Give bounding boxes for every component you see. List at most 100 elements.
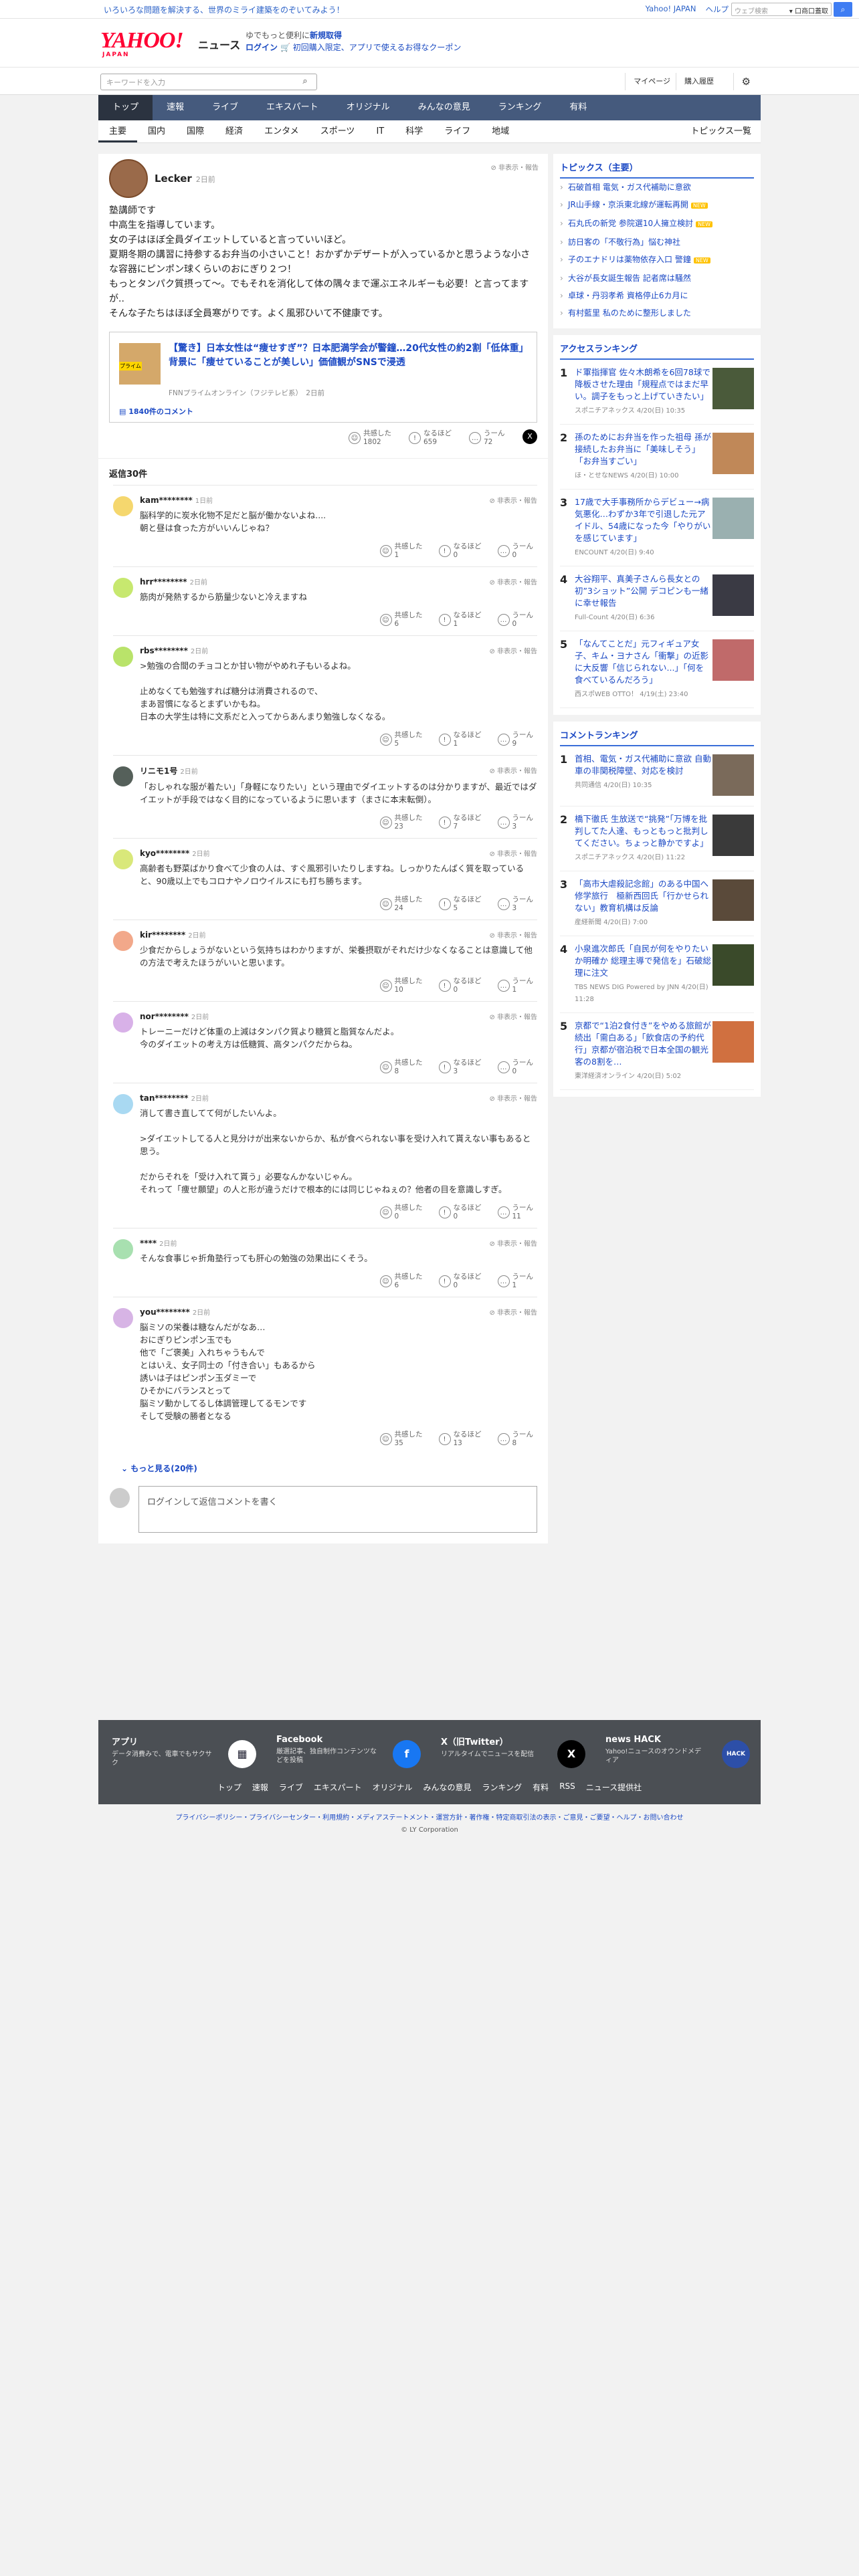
article-comment-count[interactable]: ▤ 1840件のコメント (119, 406, 193, 417)
empathize-button[interactable]: ☺ 共感した 6 (379, 611, 423, 629)
hmm-button[interactable]: … うーん 9 (497, 731, 533, 748)
topic-link[interactable]: 石丸氏の新党 参院選10人擁立検討NEW (560, 215, 754, 233)
yahoo-logo[interactable]: YAHOO! (100, 28, 184, 53)
ranking-thumbnail[interactable] (712, 879, 754, 921)
i-see-button[interactable]: ! なるほど 0 (438, 1204, 482, 1221)
topic-link[interactable]: JR山手線・京浜東北線が運転再開NEW (560, 196, 754, 215)
cat-sports[interactable]: スポーツ (310, 120, 366, 142)
facebook-icon[interactable]: f (393, 1740, 421, 1768)
avatar[interactable] (113, 766, 133, 786)
empathize-button[interactable]: ☺ 共感した 23 (379, 814, 423, 831)
i-see-button[interactable]: ! なるほど 1 (438, 611, 482, 629)
footer-link[interactable]: ランキング (482, 1782, 522, 1793)
ranking-item[interactable]: 5 京都で“1泊2食付き”をやめる旅館が続出「需白ある」「飲食店の予約代行」京都が… (560, 1013, 754, 1090)
i-see-button[interactable]: ! なるほど 0 (438, 977, 482, 994)
tab-opinions[interactable]: みんなの意見 (404, 95, 484, 120)
empathize-button[interactable]: ☺ 共感した 1802 (349, 429, 391, 447)
avatar[interactable] (113, 849, 133, 869)
tab-top[interactable]: トップ (98, 95, 153, 120)
report-button[interactable]: ⊘ 非表示・報告 (489, 848, 537, 858)
empathize-button[interactable]: ☺ 共感した 35 (379, 1430, 423, 1448)
tab-expert[interactable]: エキスパート (252, 95, 332, 120)
reply-username[interactable]: kam******** (140, 496, 193, 505)
ranking-thumbnail[interactable] (712, 498, 754, 539)
promo-link[interactable]: いろいろな問題を解決する、世界のミライ建築をのぞいてみよう！ (104, 4, 345, 15)
empathize-button[interactable]: ☺ 共感した 6 (379, 1273, 423, 1290)
topic-link[interactable]: 卓球・丹羽孝希 資格停止6カ月に (560, 287, 754, 304)
ranking-title[interactable]: 孫のためにお弁当を作った祖母 孫が接続したお弁当に「美味しそう」「お弁当すごい」 (575, 431, 711, 467)
report-button[interactable]: ⊘ 非表示・報告 (489, 1307, 537, 1317)
legal-links[interactable]: プライバシーポリシー・プライバシーセンター・利用規約・メディアステートメント・運… (0, 1812, 859, 1824)
help-link[interactable]: ヘルプ (706, 4, 729, 15)
avatar[interactable] (113, 1012, 133, 1033)
newshack-icon[interactable]: HACK (722, 1740, 750, 1768)
report-button[interactable]: ⊘ 非表示・報告 (489, 495, 537, 505)
reply-username[interactable]: nor******** (140, 1012, 189, 1021)
reply-username[interactable]: kyo******** (140, 849, 189, 858)
i-see-button[interactable]: ! なるほど 0 (438, 542, 482, 560)
report-button[interactable]: ⊘ 非表示・報告 (489, 645, 537, 655)
cat-it[interactable]: IT (365, 120, 395, 142)
ranking-item[interactable]: 4 小泉進次郎氏「自民が何をやりたいか明確か 総理主導で発信を」石破総理に注文 TB… (560, 936, 754, 1013)
ranking-thumbnail[interactable] (712, 815, 754, 856)
report-button[interactable]: ⊘ 非表示・報告 (489, 1011, 537, 1021)
topic-link[interactable]: 石破首相 電気・ガス代補助に意欲 (560, 179, 754, 196)
tab-live[interactable]: ライブ (198, 95, 252, 120)
coupon-link[interactable]: 🛒 初回購入限定、アプリで使えるお得なクーポン (280, 43, 461, 52)
topic-link[interactable]: 子のエナドリは薬物依存入口 警鐘NEW (560, 251, 754, 270)
empathize-button[interactable]: ☺ 共感した 1 (379, 542, 423, 560)
topic-link[interactable]: 訪日客の「不敬行為」悩む神社 (560, 233, 754, 251)
ranking-item[interactable]: 3 17歳で大手事務所からデビュー→病気悪化…わずか3年で引退した元アイドル、54… (560, 490, 754, 566)
cat-entertainment[interactable]: エンタメ (254, 120, 310, 142)
ranking-title[interactable]: 「高市大虐殺記念館」のある中国へ修学旅行 極新西回氏「行かせられない」教育机構は… (575, 878, 711, 914)
x-share-icon[interactable]: X (522, 429, 537, 444)
ranking-item[interactable]: 2 橋下徹氏 生放送で“挑発”「万博を批判してた人達、もっともっと批判してください… (560, 807, 754, 871)
report-button[interactable]: ⊘ 非表示・報告 (489, 1093, 537, 1103)
cat-life[interactable]: ライフ (434, 120, 481, 142)
ranking-item[interactable]: 3 「高市大虐殺記念館」のある中国へ修学旅行 極新西回氏「行かせられない」教育机構… (560, 871, 754, 936)
hmm-button[interactable]: … うーん 1 (497, 1273, 533, 1290)
purchase-history-link[interactable]: 購入履歴 (676, 73, 722, 90)
ranking-item[interactable]: 4 大谷翔平、真美子さんら長女との初”3ショット”公開 デコピンも一緒に幸せ報告 F… (560, 566, 754, 631)
login-link[interactable]: ログイン (246, 43, 278, 52)
reply-username[interactable]: **** (140, 1239, 157, 1248)
topic-link[interactable]: 有村藍里 私のために整形しました (560, 304, 754, 322)
hmm-button[interactable]: … うーん 0 (497, 542, 533, 560)
ranking-title[interactable]: 橋下徹氏 生放送で“挑発”「万博を批判してた人達、もっともっと批判してください。… (575, 813, 711, 849)
yahoo-japan-link[interactable]: Yahoo! JAPAN (646, 4, 696, 15)
i-see-button[interactable]: ! なるほど 659 (409, 429, 452, 447)
reply-username[interactable]: you******** (140, 1307, 190, 1317)
ranking-thumbnail[interactable] (712, 944, 754, 986)
footer-link[interactable]: ニュース提供社 (586, 1782, 642, 1793)
article-title[interactable]: 【驚き】日本女性は“痩せすぎ”？日本肥満学会が警鐘…20代女性の約2割「低体重」… (169, 342, 527, 370)
article-card[interactable]: プライム 【驚き】日本女性は“痩せすぎ”？日本肥満学会が警鐘…20代女性の約2割… (109, 332, 537, 423)
ranking-title[interactable]: 小泉進次郎氏「自民が何をやりたいか明確か 総理主導で発信を」石破総理に注文 (575, 943, 711, 979)
report-button[interactable]: ⊘ 非表示・報告 (490, 162, 539, 172)
reply-username[interactable]: hrr******** (140, 577, 187, 586)
topic-link[interactable]: 大谷が長女誕生報告 記者席は騒然 (560, 270, 754, 287)
avatar[interactable] (113, 1308, 133, 1328)
report-button[interactable]: ⊘ 非表示・報告 (489, 576, 537, 586)
footer-card[interactable]: アプリ データ消費みで、電車でもサクサク ▦ (112, 1735, 259, 1768)
reply-username[interactable]: kir******** (140, 930, 185, 940)
empathize-button[interactable]: ☺ 共感した 8 (379, 1059, 423, 1076)
reply-username[interactable]: リニモ1号 (140, 766, 177, 776)
i-see-button[interactable]: ! なるほど 3 (438, 1059, 482, 1076)
report-button[interactable]: ⊘ 非表示・報告 (489, 930, 537, 940)
footer-link[interactable]: トップ (217, 1782, 242, 1793)
i-see-button[interactable]: ! なるほど 5 (438, 895, 482, 913)
topics-list-link[interactable]: トピックス一覧 (690, 120, 751, 143)
hmm-button[interactable]: … うーん 72 (469, 429, 505, 447)
avatar[interactable] (109, 159, 148, 198)
empathize-button[interactable]: ☺ 共感した 5 (379, 731, 423, 748)
ranking-thumbnail[interactable] (712, 574, 754, 616)
i-see-button[interactable]: ! なるほど 0 (438, 1273, 482, 1290)
hmm-button[interactable]: … うーん 8 (497, 1430, 533, 1448)
footer-card[interactable]: X（旧Twitter） リアルタイムでニュースを配信 X (441, 1735, 588, 1768)
avatar[interactable] (113, 931, 133, 951)
ranking-title[interactable]: 京都で“1泊2食付き”をやめる旅館が続出「需白ある」「飲食店の予約代行」京都が宿… (575, 1020, 711, 1068)
tab-paid[interactable]: 有料 (555, 95, 601, 120)
avatar[interactable] (113, 496, 133, 516)
footer-link[interactable]: 速報 (252, 1782, 268, 1793)
mypage-link[interactable]: マイページ (625, 73, 678, 90)
